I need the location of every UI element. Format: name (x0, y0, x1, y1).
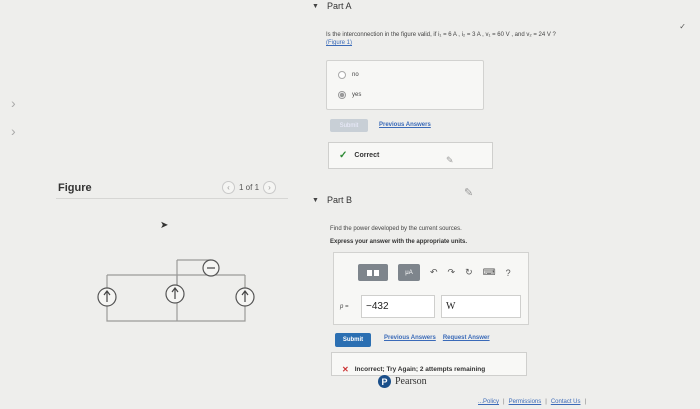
figure-pager: ‹ 1 of 1 › (222, 181, 277, 194)
part-b-instruction: Express your answer with the appropriate… (330, 239, 468, 245)
figure-link[interactable]: (Figure 1) (326, 40, 666, 46)
reset-icon[interactable]: ↻ (465, 267, 473, 278)
part-a-title: Part A (326, 1, 352, 11)
x-mark-icon: ✕ (342, 365, 349, 374)
figure-title: Figure (58, 182, 92, 194)
pager-text: 1 of 1 (239, 183, 260, 192)
chevron-right-icon[interactable]: › (11, 95, 16, 111)
submit-label: Submit (342, 337, 364, 343)
chevron-right-icon[interactable]: › (11, 123, 16, 139)
circuit-diagram (97, 259, 255, 322)
choice-yes[interactable]: yes (338, 91, 361, 99)
figure-divider (56, 198, 288, 199)
policy-link[interactable]: ...Policy (478, 399, 499, 405)
feedback-text: Incorrect; Try Again; 2 attempts remaini… (354, 366, 486, 373)
part-b-previous-answers-link[interactable]: Previous Answers (384, 335, 436, 341)
part-b-prompt: Find the power developed by the current … (330, 226, 462, 232)
keyboard-icon[interactable]: ⌨ (483, 267, 496, 278)
pearson-logo: P Pearson (378, 375, 427, 388)
part-a-submit-button[interactable]: Submit (330, 119, 368, 132)
question-text: Is the interconnection in the figure val… (326, 32, 556, 38)
chevron-down-icon[interactable]: ✓ (679, 22, 686, 31)
collapse-triangle-icon: ▼ (312, 196, 319, 204)
prev-figure-button[interactable]: ‹ (222, 181, 235, 194)
part-b-header[interactable]: ▼ Part B (312, 195, 352, 205)
part-a-feedback: ✓ Correct (328, 142, 493, 169)
brand-name: Pearson (395, 376, 427, 387)
mouse-cursor-icon: ➤ (160, 220, 169, 231)
choice-no[interactable]: no (338, 71, 359, 79)
redo-icon[interactable]: ↷ (448, 267, 456, 278)
math-toolbar: μA ↶ ↷ ↻ ⌨ ? (358, 264, 511, 281)
part-b-feedback: ✕ Incorrect; Try Again; 2 attempts remai… (331, 352, 527, 376)
variable-label: p = (340, 304, 349, 310)
help-button[interactable]: ? (506, 268, 511, 278)
submit-label: Submit (339, 122, 359, 129)
part-b-links: Previous Answers Request Answer (384, 335, 490, 341)
template-button[interactable] (358, 264, 388, 281)
feedback-text: Correct (354, 152, 380, 159)
checkmark-icon: ✓ (339, 150, 348, 161)
part-b-title: Part B (326, 195, 352, 205)
radio-no[interactable] (338, 71, 346, 79)
footer-links: ...Policy | Permissions | Contact Us | (478, 399, 587, 405)
pencil-icon: ✎ (446, 155, 454, 165)
units-button[interactable]: μA (398, 264, 420, 281)
choice-label: no (352, 72, 359, 78)
permissions-link[interactable]: Permissions (509, 399, 542, 405)
part-a-question: Is the interconnection in the figure val… (326, 32, 666, 46)
next-figure-button[interactable]: › (263, 181, 277, 194)
pencil-icon: ✎ (464, 187, 474, 199)
answer-input-panel: μA ↶ ↷ ↻ ⌨ ? p = −432 W (333, 252, 529, 325)
choice-label: yes (352, 92, 362, 98)
collapse-triangle-icon: ▼ (312, 2, 319, 10)
part-a-header[interactable]: ▼ Part A (312, 1, 351, 11)
request-answer-link[interactable]: Request Answer (443, 335, 490, 341)
unit-input[interactable]: W (441, 295, 521, 318)
answer-choices: no yes (326, 60, 484, 110)
undo-icon[interactable]: ↶ (430, 267, 438, 278)
part-a-previous-answers-link[interactable]: Previous Answers (379, 122, 431, 128)
part-b-submit-button[interactable]: Submit (335, 333, 371, 347)
pearson-p-icon: P (378, 375, 391, 388)
value-input[interactable]: −432 (361, 295, 435, 318)
radio-yes[interactable] (338, 91, 346, 99)
contact-us-link[interactable]: Contact Us (551, 399, 581, 405)
